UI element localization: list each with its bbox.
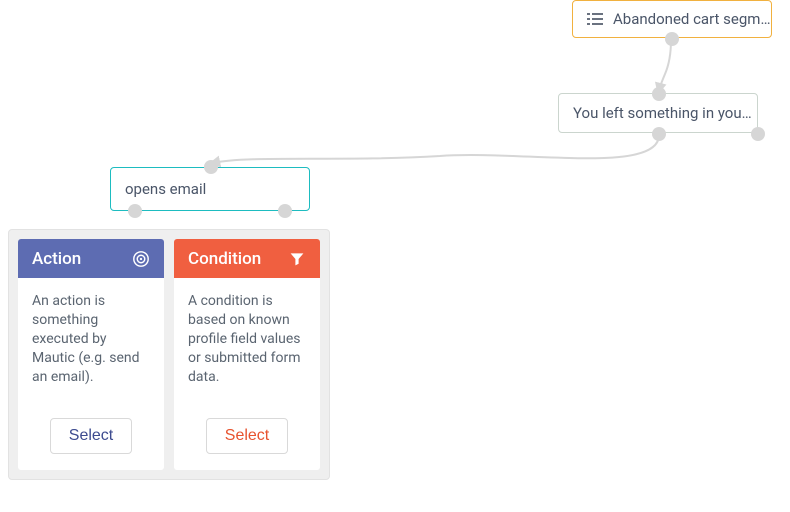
- filter-icon: [288, 250, 306, 268]
- port[interactable]: [652, 127, 666, 141]
- action-select-button[interactable]: Select: [50, 418, 132, 454]
- port[interactable]: [278, 204, 292, 218]
- action-card: Action An action is something executed b…: [18, 239, 164, 470]
- condition-title: Condition: [188, 249, 261, 269]
- node-decision-label: opens email: [125, 180, 206, 198]
- port[interactable]: [652, 87, 666, 101]
- node-segment-label: Abandoned cart segm…: [613, 10, 770, 28]
- action-card-footer: Select: [18, 408, 164, 470]
- condition-card: Condition A condition is based on known …: [174, 239, 320, 470]
- port[interactable]: [128, 204, 142, 218]
- target-icon: [132, 250, 150, 268]
- port[interactable]: [751, 127, 765, 141]
- event-options-panel: Action An action is something executed b…: [8, 229, 330, 480]
- action-title: Action: [32, 249, 81, 269]
- list-icon: [587, 12, 603, 26]
- port[interactable]: [204, 160, 218, 174]
- action-card-header: Action: [18, 239, 164, 278]
- campaign-canvas[interactable]: Abandoned cart segm… You left something …: [0, 0, 790, 512]
- condition-card-footer: Select: [174, 408, 320, 470]
- action-description: An action is something executed by Mauti…: [18, 278, 164, 408]
- node-email-label: You left something in you…: [573, 104, 752, 122]
- port[interactable]: [665, 32, 679, 46]
- condition-card-header: Condition: [174, 239, 320, 278]
- condition-description: A condition is based on known profile fi…: [174, 278, 320, 408]
- condition-select-button[interactable]: Select: [206, 418, 288, 454]
